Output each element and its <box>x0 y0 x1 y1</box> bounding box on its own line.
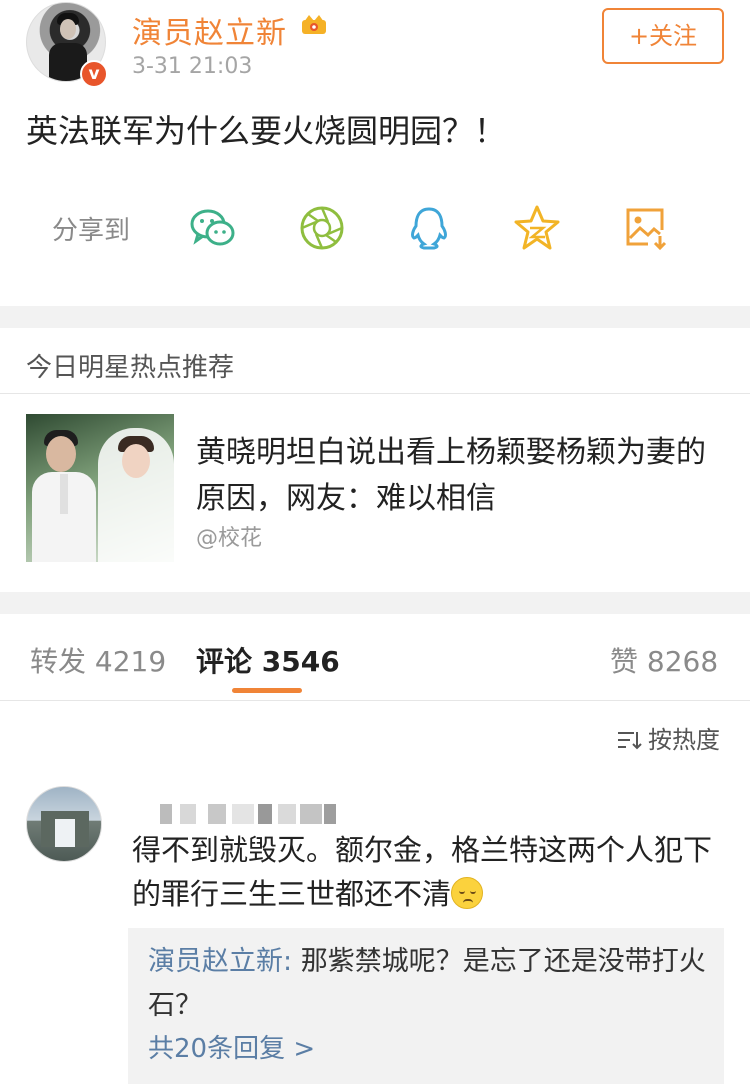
verified-badge: v <box>80 60 108 88</box>
tab-repost-count: 4219 <box>94 645 167 678</box>
qzone-icon[interactable] <box>512 204 562 252</box>
moments-icon[interactable] <box>298 204 348 252</box>
divider <box>0 700 750 701</box>
view-all-replies-link[interactable]: 共20条回复 > <box>148 1028 315 1065</box>
comment-body: 得不到就毁灭。额尔金，格兰特这两个人犯下的罪行三生三世都还不清 <box>132 833 713 911</box>
comment-text: 得不到就毁灭。额尔金，格兰特这两个人犯下的罪行三生三世都还不清 <box>132 828 732 916</box>
tab-comment-count: 3546 <box>261 645 340 678</box>
reply-preview[interactable]: 演员赵立新: 那紫禁城呢？是忘了还是没带打火石？ 共20条回复 > <box>128 928 724 1084</box>
hot-news-source[interactable]: @校花 <box>196 520 262 552</box>
post-time: 3-31 21:03 <box>132 54 253 79</box>
active-tab-indicator <box>232 688 302 693</box>
crown-icon <box>302 15 326 34</box>
divider <box>0 393 750 394</box>
save-image-icon[interactable] <box>622 204 672 252</box>
post-text: 英法联军为什么要火烧圆明园？！ <box>26 112 507 150</box>
tab-comment[interactable]: 评论 3546 <box>196 640 340 680</box>
hot-section-title: 今日明星热点推荐 <box>26 353 235 383</box>
wechat-icon[interactable] <box>188 204 238 252</box>
section-divider <box>0 592 750 614</box>
sort-icon <box>618 732 642 750</box>
qq-icon[interactable] <box>404 204 454 252</box>
sort-label: 按热度 <box>648 726 720 754</box>
section-divider <box>0 306 750 328</box>
sad-face-emoji-icon <box>451 877 484 909</box>
hot-news-headline[interactable]: 黄晓明坦白说出看上杨颖娶杨颖为妻的原因，网友：难以相信 <box>196 430 726 522</box>
follow-button[interactable]: +关注 <box>602 8 724 64</box>
tab-like-count: 8268 <box>646 645 719 678</box>
hot-news-thumbnail[interactable] <box>26 414 174 562</box>
tab-comment-label: 评论 <box>196 645 253 678</box>
commenter-avatar[interactable] <box>26 786 102 862</box>
author-name[interactable]: 演员赵立新 <box>132 8 287 52</box>
reply-author[interactable]: 演员赵立新: <box>148 946 292 977</box>
sort-by-heat-button[interactable]: 按热度 <box>616 720 720 755</box>
tab-like-label: 赞 <box>610 645 639 678</box>
tab-repost[interactable]: 转发 4219 <box>30 640 166 680</box>
share-label: 分享到 <box>52 216 131 246</box>
commenter-name-pixelated[interactable] <box>132 800 336 828</box>
tab-like[interactable]: 赞 8268 <box>610 640 718 680</box>
tab-repost-label: 转发 <box>30 645 87 678</box>
reply-line: 演员赵立新: 那紫禁城呢？是忘了还是没带打火石？ <box>148 940 708 1028</box>
